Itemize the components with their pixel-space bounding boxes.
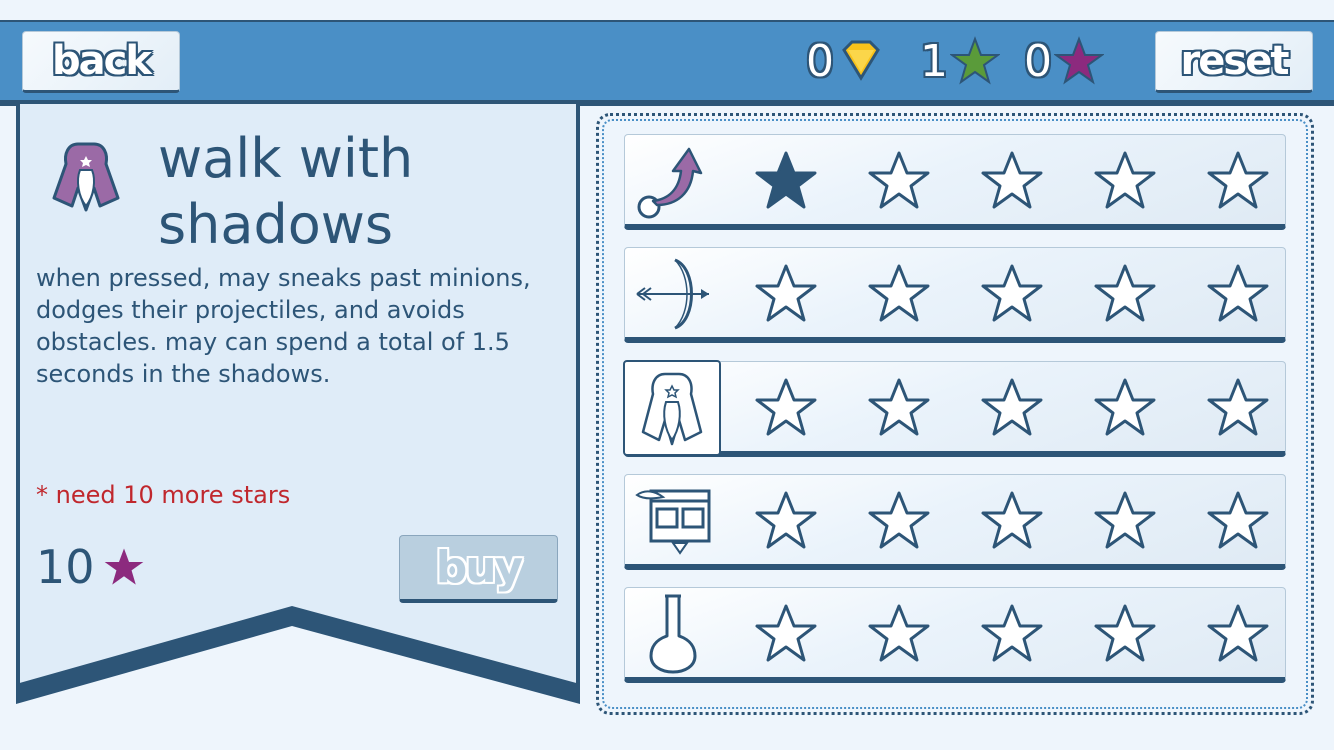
empty-star-icon[interactable] <box>866 262 932 330</box>
green-star-count: 1 <box>920 35 948 87</box>
empty-star-icon[interactable] <box>1205 149 1271 217</box>
skill-price: 10 <box>36 540 145 594</box>
potion-flask-icon[interactable] <box>631 594 715 674</box>
empty-star-icon[interactable] <box>866 489 932 557</box>
skill-row[interactable] <box>624 587 1286 683</box>
buy-button[interactable]: buy <box>399 535 558 603</box>
gem-counter: 0 <box>806 32 884 90</box>
empty-star-icon[interactable] <box>1092 376 1158 444</box>
reset-button[interactable]: reset <box>1155 31 1313 93</box>
building-icon[interactable] <box>631 481 715 561</box>
empty-star-icon[interactable] <box>1092 149 1158 217</box>
cloak-icon <box>50 140 122 218</box>
empty-star-icon[interactable] <box>1205 262 1271 330</box>
empty-star-icon[interactable] <box>1092 262 1158 330</box>
skill-description: when pressed, may sneaks past minions, d… <box>36 264 531 388</box>
skill-row[interactable] <box>623 360 1286 457</box>
empty-star-icon[interactable] <box>866 149 932 217</box>
empty-star-icon[interactable] <box>1205 489 1271 557</box>
empty-star-icon[interactable] <box>1092 489 1158 557</box>
purple-star-counter: 0 <box>1024 32 1104 90</box>
gem-count: 0 <box>806 35 834 87</box>
jump-arrow-icon[interactable] <box>631 141 715 221</box>
filled-star-icon[interactable] <box>753 149 819 217</box>
gem-icon <box>842 40 880 81</box>
bow-icon[interactable] <box>631 254 715 334</box>
empty-star-icon[interactable] <box>1205 602 1271 670</box>
skill-title: walk with shadows <box>158 127 414 256</box>
cloak-icon[interactable] <box>623 360 721 456</box>
empty-star-icon[interactable] <box>979 262 1045 330</box>
empty-star-icon[interactable] <box>979 602 1045 670</box>
empty-star-icon[interactable] <box>866 602 932 670</box>
empty-star-icon[interactable] <box>866 376 932 444</box>
empty-star-icon[interactable] <box>979 149 1045 217</box>
price-value: 10 <box>36 540 95 594</box>
empty-star-icon[interactable] <box>979 376 1045 444</box>
requirement-warning: * need 10 more stars <box>36 481 291 509</box>
empty-star-icon[interactable] <box>1205 376 1271 444</box>
purple-star-count: 0 <box>1024 35 1052 87</box>
empty-star-icon[interactable] <box>753 376 819 444</box>
star-icon <box>1054 36 1104 85</box>
star-icon <box>104 548 143 585</box>
skill-row[interactable] <box>624 474 1286 570</box>
green-star-counter: 1 <box>920 32 1000 90</box>
star-icon <box>950 36 1000 85</box>
top-bar: back 0 1 0 reset <box>0 20 1334 106</box>
empty-star-icon[interactable] <box>753 602 819 670</box>
skill-row[interactable] <box>624 247 1286 343</box>
empty-star-icon[interactable] <box>979 489 1045 557</box>
empty-star-icon[interactable] <box>753 262 819 330</box>
empty-star-icon[interactable] <box>1092 602 1158 670</box>
empty-star-icon[interactable] <box>753 489 819 557</box>
skill-row[interactable] <box>624 134 1286 230</box>
back-button[interactable]: back <box>22 31 180 93</box>
